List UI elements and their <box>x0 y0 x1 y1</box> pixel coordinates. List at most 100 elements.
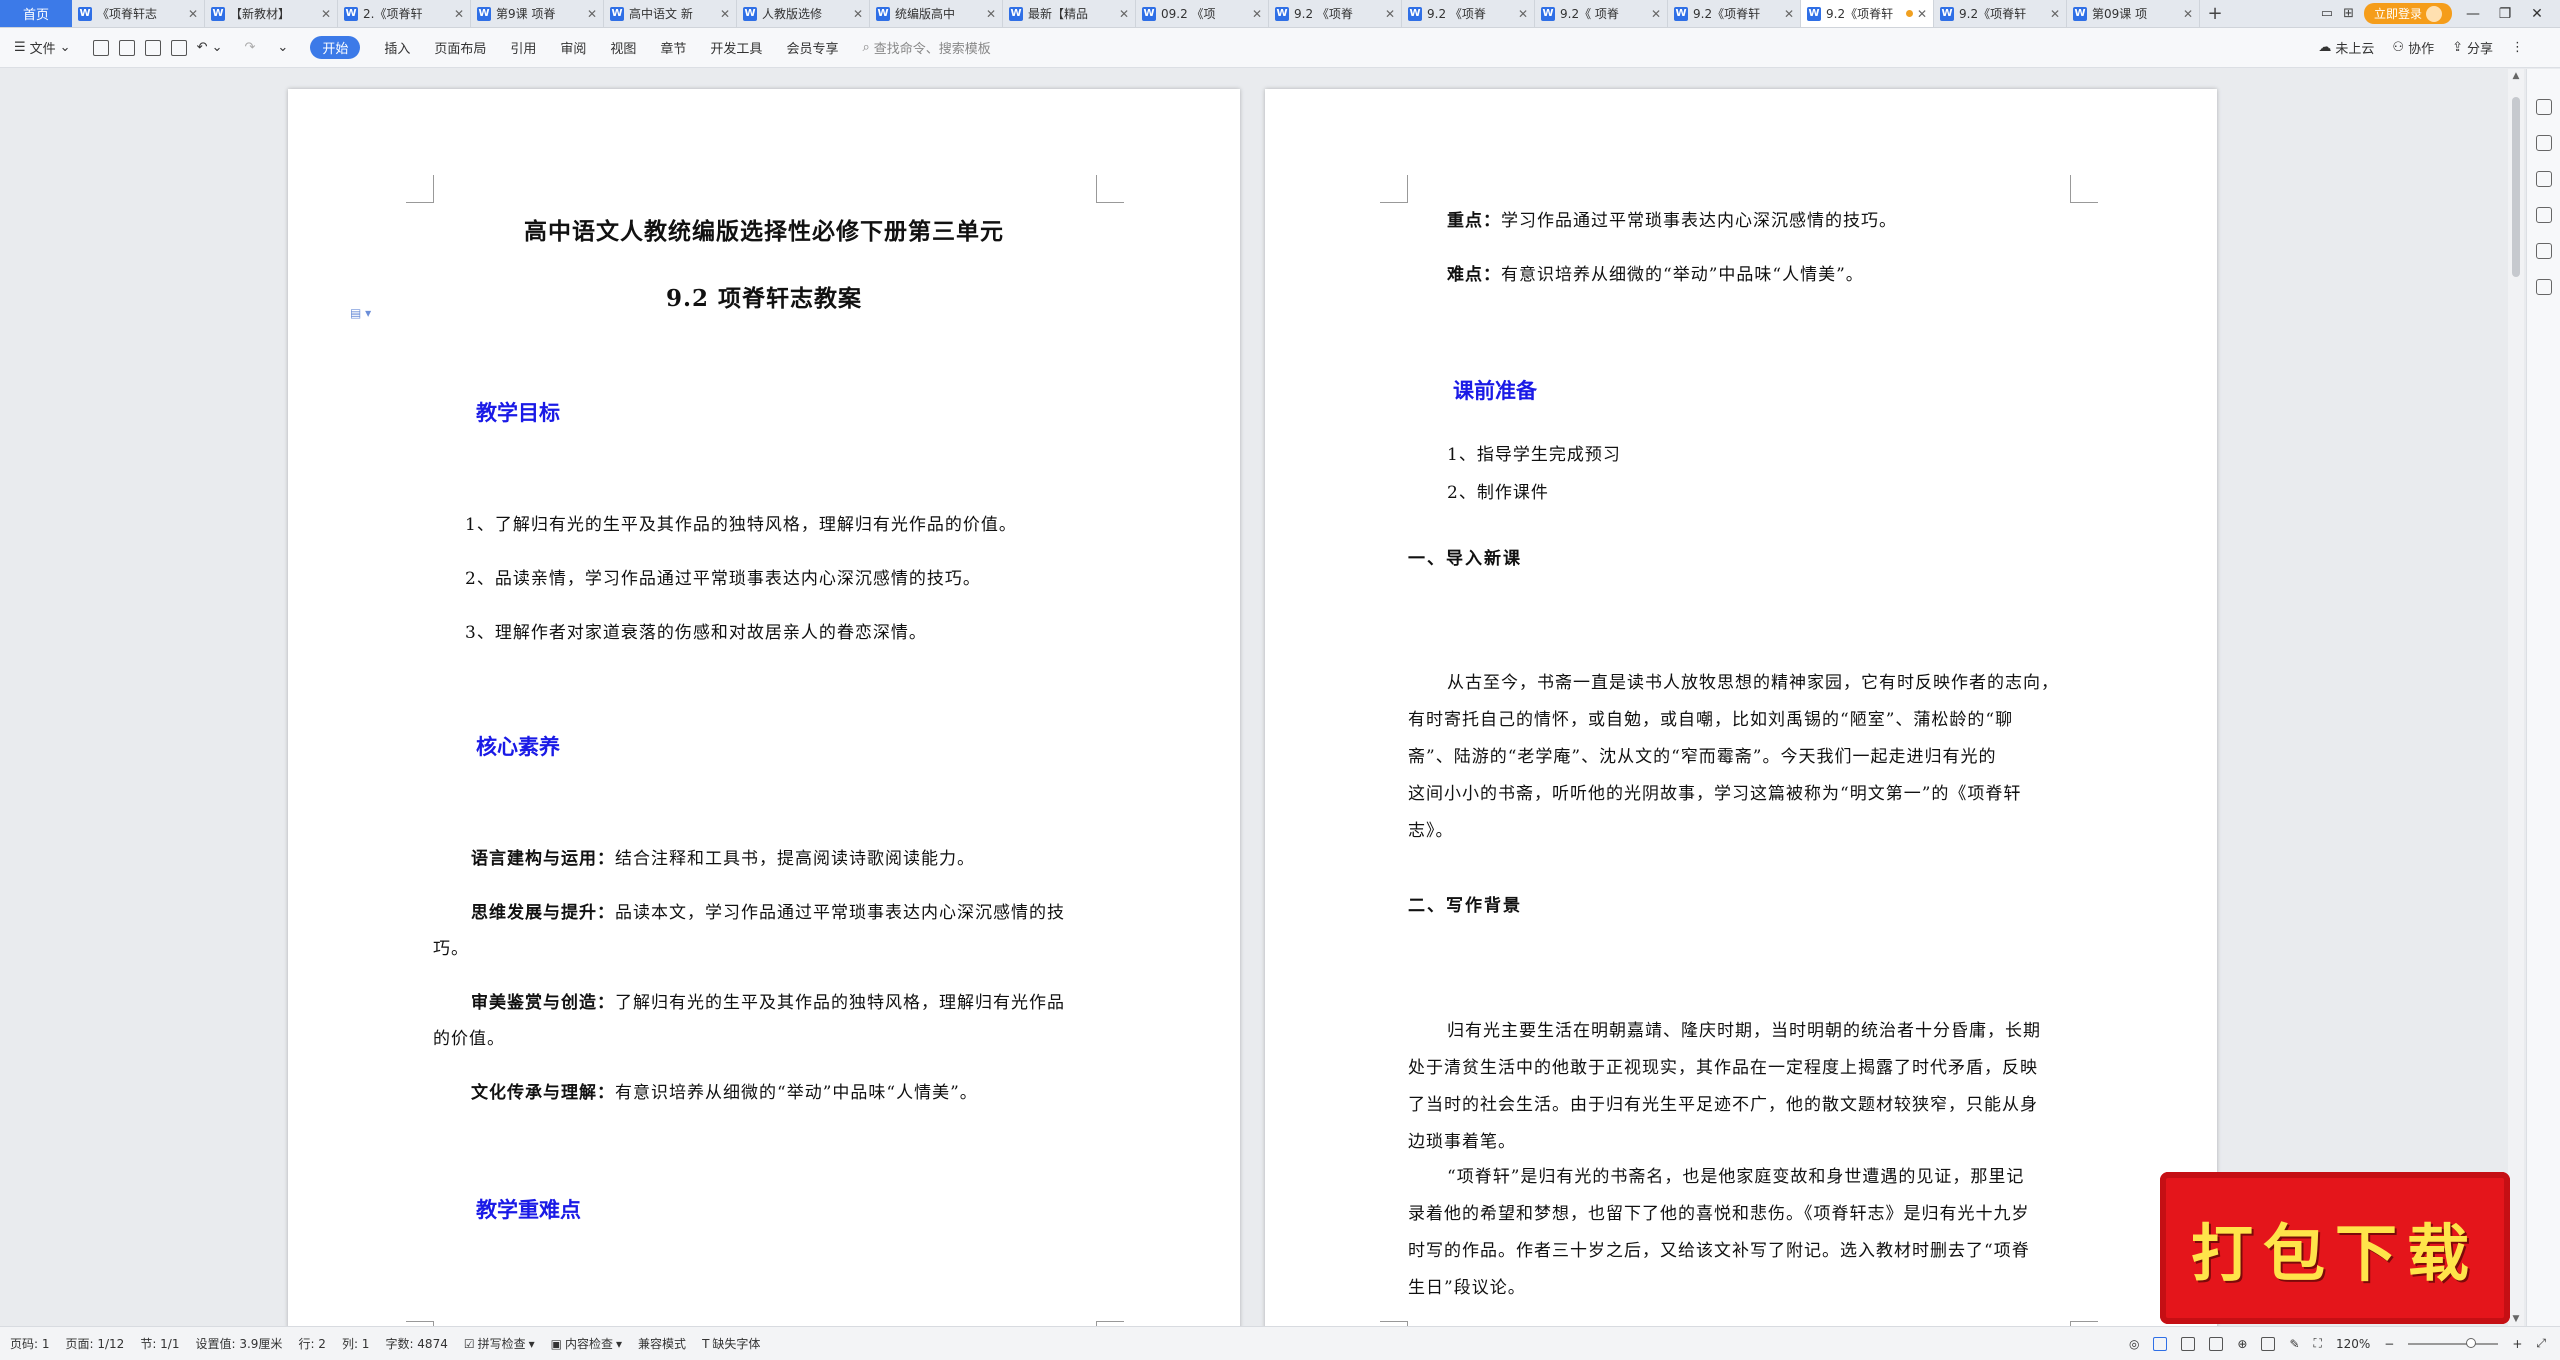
doc-tab[interactable]: W 高中语文 新 ✕ <box>604 0 737 27</box>
print-preview-icon[interactable] <box>170 39 187 56</box>
compat-mode[interactable]: 兼容模式 <box>638 1335 686 1352</box>
collab-button[interactable]: ⚇ 协作 <box>2392 38 2434 57</box>
scroll-up-icon[interactable]: ▲ <box>2508 71 2524 81</box>
ribbon-tab[interactable]: 开发工具 <box>710 38 762 57</box>
close-icon[interactable]: ✕ <box>587 7 597 21</box>
doc-tab[interactable]: W 第09课 项 ✕ <box>2067 0 2200 27</box>
status-setting[interactable]: 设置值: 3.9厘米 <box>195 1335 282 1352</box>
status-pages[interactable]: 页面: 1/12 <box>66 1335 125 1352</box>
close-icon[interactable]: ✕ <box>1385 7 1395 21</box>
doc-tab[interactable]: W 2.《项脊轩 ✕ <box>338 0 471 27</box>
doc-tab[interactable]: W 9.2《项脊轩 ✕ <box>1934 0 2067 27</box>
doc-tab[interactable]: W 9.2 《项脊 ✕ <box>1402 0 1535 27</box>
zoom-slider[interactable] <box>2408 1337 2499 1348</box>
page-2[interactable]: 重点：学习作品通过平常琐事表达内心深沉感情的技巧。 难点：有意识培养从细微的“举… <box>1265 89 2217 1326</box>
close-icon[interactable]: ✕ <box>853 7 863 21</box>
eye-protect-icon[interactable]: ◎ <box>2129 1337 2139 1351</box>
close-icon[interactable]: ✕ <box>720 7 730 21</box>
missing-font-button[interactable]: T 缺失字体 <box>702 1335 760 1352</box>
doc-tab[interactable]: W 统编版高中 ✕ <box>870 0 1003 27</box>
close-icon[interactable]: ✕ <box>188 7 198 21</box>
doc-tab[interactable]: W 《项脊轩志 ✕ <box>72 0 205 27</box>
fullscreen-icon[interactable]: ⤢ <box>2536 1336 2546 1351</box>
layout-icon[interactable]: ▭ <box>2321 6 2333 21</box>
zoom-out-icon[interactable]: − <box>2384 1337 2394 1351</box>
doc-tab[interactable]: W 9.2《 项脊 ✕ <box>1535 0 1668 27</box>
status-word-count[interactable]: 字数: 4874 <box>385 1335 447 1352</box>
close-icon[interactable]: ✕ <box>321 7 331 21</box>
print-icon[interactable] <box>144 39 161 56</box>
ribbon-tab[interactable]: 审阅 <box>560 38 586 57</box>
doc-tab[interactable]: W 09.2 《项 ✕ <box>1136 0 1269 27</box>
outline-view-icon[interactable] <box>2181 1336 2196 1351</box>
download-badge[interactable]: 打包下载 <box>2160 1172 2510 1324</box>
adjust-icon[interactable] <box>2535 171 2552 187</box>
minimize-button[interactable]: — <box>2462 6 2484 22</box>
ribbon-tab[interactable]: 引用 <box>510 38 536 57</box>
read-view-icon[interactable] <box>2209 1336 2224 1351</box>
apps-grid-icon[interactable]: ⊞ <box>2343 6 2354 21</box>
share-button[interactable]: ⇪ 分享 <box>2452 38 2493 57</box>
close-icon[interactable]: ✕ <box>1651 7 1661 21</box>
doc-tab[interactable]: W 9.2《项脊轩 ✕ <box>1801 0 1934 27</box>
ribbon-tab[interactable]: 页面布局 <box>434 38 486 57</box>
vertical-scrollbar[interactable]: ▲ ▼ <box>2508 69 2524 1326</box>
status-page-number[interactable]: 页码: 1 <box>10 1335 50 1352</box>
undo-button[interactable]: ↶ ⌄ <box>197 40 223 55</box>
scroll-thumb[interactable] <box>2512 97 2520 277</box>
edit-view-icon[interactable]: ✎ <box>2289 1337 2299 1351</box>
ribbon-tab[interactable]: 开始 <box>310 36 361 59</box>
image-tool-icon[interactable] <box>2535 207 2552 223</box>
book-icon[interactable] <box>2535 279 2552 295</box>
file-menu[interactable]: ☰ 文件 ⌄ <box>14 38 71 57</box>
close-icon[interactable]: ✕ <box>1252 7 1262 21</box>
export-pdf-icon[interactable] <box>118 39 135 56</box>
close-icon[interactable]: ✕ <box>1917 7 1927 21</box>
new-tab-button[interactable]: + <box>2200 0 2230 27</box>
ribbon-tab[interactable]: 章节 <box>660 38 686 57</box>
close-icon[interactable]: ✕ <box>1119 7 1129 21</box>
page-view-icon[interactable] <box>2153 1336 2168 1351</box>
doc-tab[interactable]: W 【新教材】 ✕ <box>205 0 338 27</box>
doc-tab[interactable]: W 人教版选修 ✕ <box>737 0 870 27</box>
content-check-button[interactable]: ▣ 内容检查 ▾ <box>551 1335 622 1352</box>
doc-tab[interactable]: W 9.2 《项脊 ✕ <box>1269 0 1402 27</box>
customize-toolbar-icon[interactable]: ⌄ <box>277 40 288 55</box>
close-icon[interactable]: ✕ <box>1784 7 1794 21</box>
document-area[interactable]: ▤ ▾ 高中语文人教统编版选择性必修下册第三单元 9.2 项脊轩志教案 教学目标… <box>0 69 2500 1326</box>
save-icon[interactable] <box>92 39 109 56</box>
ribbon-tab[interactable]: 插入 <box>384 38 410 57</box>
close-window-button[interactable]: ✕ <box>2526 6 2548 22</box>
scroll-down-icon[interactable]: ▼ <box>2508 1314 2524 1324</box>
fit-page-icon[interactable]: ⛶ <box>2314 1336 2322 1351</box>
location-icon[interactable] <box>2535 243 2552 259</box>
select-icon[interactable] <box>2535 135 2552 151</box>
doc-tab[interactable]: W 9.2《项脊轩 ✕ <box>1668 0 1801 27</box>
zoom-in-icon[interactable]: + <box>2512 1337 2522 1351</box>
doc-tab[interactable]: W 最新【精品 ✕ <box>1003 0 1136 27</box>
write-view-icon[interactable] <box>2261 1336 2276 1351</box>
status-col[interactable]: 列: 1 <box>342 1335 370 1352</box>
close-icon[interactable]: ✕ <box>986 7 996 21</box>
zoom-level[interactable]: 120% <box>2336 1337 2370 1351</box>
close-icon[interactable]: ✕ <box>1518 7 1528 21</box>
spell-check-button[interactable]: ☑ 拼写检查 ▾ <box>464 1335 535 1352</box>
zoom-knob[interactable] <box>2466 1337 2477 1348</box>
page-1[interactable]: ▤ ▾ 高中语文人教统编版选择性必修下册第三单元 9.2 项脊轩志教案 教学目标… <box>288 89 1240 1326</box>
command-search[interactable]: ⌕ 查找命令、搜索模板 <box>862 38 990 57</box>
pen-icon[interactable] <box>2535 99 2552 115</box>
cloud-status[interactable]: ☁ 未上云 <box>2318 38 2374 57</box>
close-icon[interactable]: ✕ <box>2050 7 2060 21</box>
doc-tab[interactable]: W 第9课 项脊 ✕ <box>471 0 604 27</box>
home-tab[interactable]: 首页 <box>0 0 72 27</box>
status-section[interactable]: 节: 1/1 <box>140 1335 179 1352</box>
ribbon-tab[interactable]: 视图 <box>610 38 636 57</box>
ribbon-tab[interactable]: 会员专享 <box>786 38 838 57</box>
web-view-icon[interactable]: ⊕ <box>2237 1337 2247 1351</box>
more-icon[interactable]: ⋮ <box>2511 40 2524 55</box>
close-icon[interactable]: ✕ <box>2183 7 2193 21</box>
close-icon[interactable]: ✕ <box>454 7 464 21</box>
redo-button[interactable]: ↷ <box>245 40 256 55</box>
login-button[interactable]: 立即登录 <box>2363 3 2452 24</box>
status-row[interactable]: 行: 2 <box>298 1335 326 1352</box>
